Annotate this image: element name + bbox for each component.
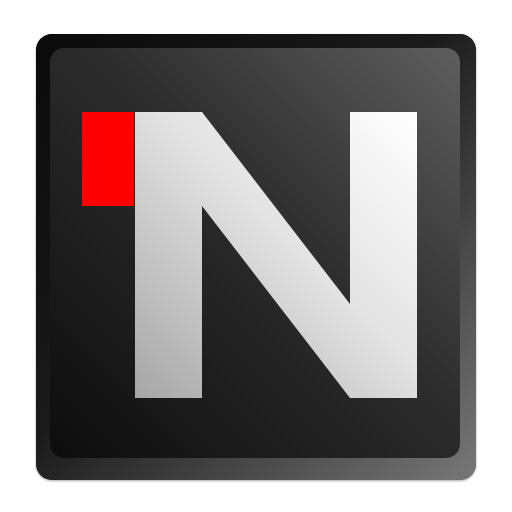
red-accent-block bbox=[82, 112, 134, 206]
n-logo-graphic bbox=[36, 34, 476, 480]
icon-canvas bbox=[0, 0, 512, 512]
n-logo-icon bbox=[36, 34, 476, 480]
